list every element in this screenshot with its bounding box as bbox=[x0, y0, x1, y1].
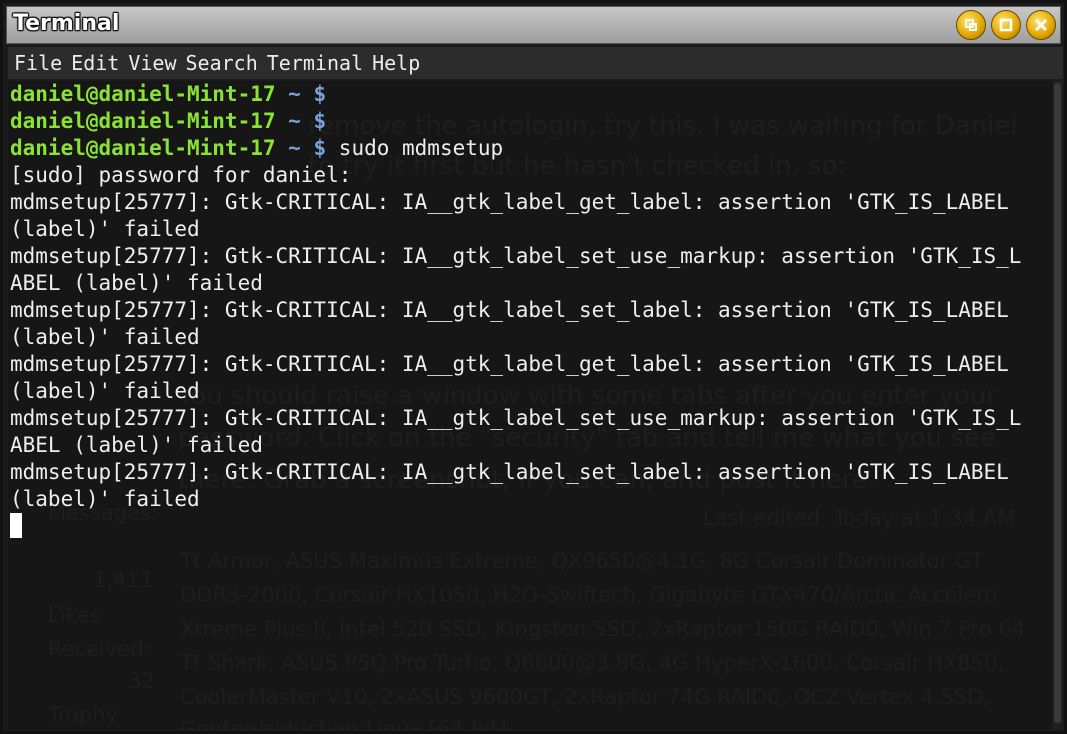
text-cursor bbox=[10, 513, 22, 538]
minimize-button[interactable] bbox=[956, 10, 986, 40]
window-title: Terminal bbox=[13, 11, 120, 36]
menu-help[interactable]: Help bbox=[372, 51, 420, 75]
ghost-line: Tt Shark, ASUS P5Q Pro Turbo, Q6600@3.8G… bbox=[180, 651, 1004, 675]
prompt-path: ~ bbox=[288, 82, 301, 106]
maximize-icon bbox=[999, 18, 1013, 32]
output-line: (label)' failed bbox=[10, 379, 200, 403]
ghost-line: 1,411 bbox=[93, 568, 154, 592]
menu-search[interactable]: Search bbox=[186, 51, 258, 75]
scrollbar[interactable] bbox=[1053, 81, 1062, 729]
scrollbar-thumb[interactable] bbox=[1054, 83, 1061, 723]
output-line: ABEL (label)' failed bbox=[10, 433, 263, 457]
output-line: mdmsetup[25777]: Gtk-CRITICAL: IA__gtk_l… bbox=[10, 244, 1022, 268]
prompt-symbol: $ bbox=[313, 109, 327, 133]
output-line: (label)' failed bbox=[10, 487, 200, 511]
menu-terminal[interactable]: Terminal bbox=[267, 51, 363, 75]
ghost-line: Trophy bbox=[48, 703, 118, 727]
ghost-line: 32 bbox=[128, 669, 155, 693]
window-controls bbox=[956, 10, 1056, 40]
terminal-window: Terminal File Edit View Search Terminal … bbox=[0, 0, 1067, 734]
terminal-area[interactable]: remove the autologin, try this. I was wa… bbox=[8, 81, 1052, 729]
menu-bar: File Edit View Search Terminal Help bbox=[8, 47, 1063, 79]
prompt-symbol: $ bbox=[313, 82, 327, 106]
prompt-line: daniel@daniel-Mint-17 ~ $ bbox=[10, 81, 1021, 108]
ghost-line: Gentoo/siduction Linux [64-bit] bbox=[180, 717, 507, 729]
prompt-user: daniel@daniel-Mint-17 bbox=[10, 136, 276, 160]
output-line: mdmsetup[25777]: Gtk-CRITICAL: IA__gtk_l… bbox=[10, 406, 1022, 430]
menu-file[interactable]: File bbox=[14, 51, 62, 75]
output-line: [sudo] password for daniel: bbox=[10, 163, 352, 187]
cursor-line bbox=[10, 513, 1021, 540]
output-line: mdmsetup[25777]: Gtk-CRITICAL: IA__gtk_l… bbox=[10, 460, 1009, 484]
close-button[interactable] bbox=[1026, 10, 1056, 40]
output-line: mdmsetup[25777]: Gtk-CRITICAL: IA__gtk_l… bbox=[10, 298, 1009, 322]
prompt-user: daniel@daniel-Mint-17 bbox=[10, 109, 276, 133]
prompt-symbol: $ bbox=[313, 136, 327, 160]
ghost-line: Xtreme Plus II, Intel 520 SSD, Kingston … bbox=[180, 617, 1026, 641]
output-line: (label)' failed bbox=[10, 217, 200, 241]
prompt-path: ~ bbox=[288, 109, 301, 133]
command-text: sudo mdmsetup bbox=[338, 136, 504, 160]
ghost-line: CoolerMaster V10, 2xASUS 9600GT, 2xRapto… bbox=[180, 685, 990, 709]
minimize-icon bbox=[965, 19, 977, 31]
output-line: ABEL (label)' failed bbox=[10, 271, 263, 295]
ghost-line: Likes bbox=[48, 603, 101, 627]
title-bar[interactable]: Terminal bbox=[6, 6, 1061, 44]
ghost-line: Received: bbox=[48, 637, 151, 661]
ghost-line: DDR3-2000, Corsair HX1050, H2O-Swiftech,… bbox=[180, 583, 998, 607]
close-icon bbox=[1034, 18, 1048, 32]
menu-edit[interactable]: Edit bbox=[71, 51, 119, 75]
maximize-button[interactable] bbox=[991, 10, 1021, 40]
terminal-output: daniel@daniel-Mint-17 ~ $ daniel@daniel-M… bbox=[10, 81, 1021, 540]
output-line: (label)' failed bbox=[10, 325, 200, 349]
prompt-user: daniel@daniel-Mint-17 bbox=[10, 82, 276, 106]
prompt-path: ~ bbox=[288, 136, 301, 160]
menu-view[interactable]: View bbox=[128, 51, 176, 75]
prompt-line: daniel@daniel-Mint-17 ~ $ sudo mdmsetup bbox=[10, 135, 1021, 162]
output-line: mdmsetup[25777]: Gtk-CRITICAL: IA__gtk_l… bbox=[10, 352, 1009, 376]
prompt-line: daniel@daniel-Mint-17 ~ $ bbox=[10, 108, 1021, 135]
output-line: mdmsetup[25777]: Gtk-CRITICAL: IA__gtk_l… bbox=[10, 190, 1009, 214]
ghost-line: Tt Armor, ASUS Maximus Extreme, QX9650@4… bbox=[180, 549, 984, 573]
